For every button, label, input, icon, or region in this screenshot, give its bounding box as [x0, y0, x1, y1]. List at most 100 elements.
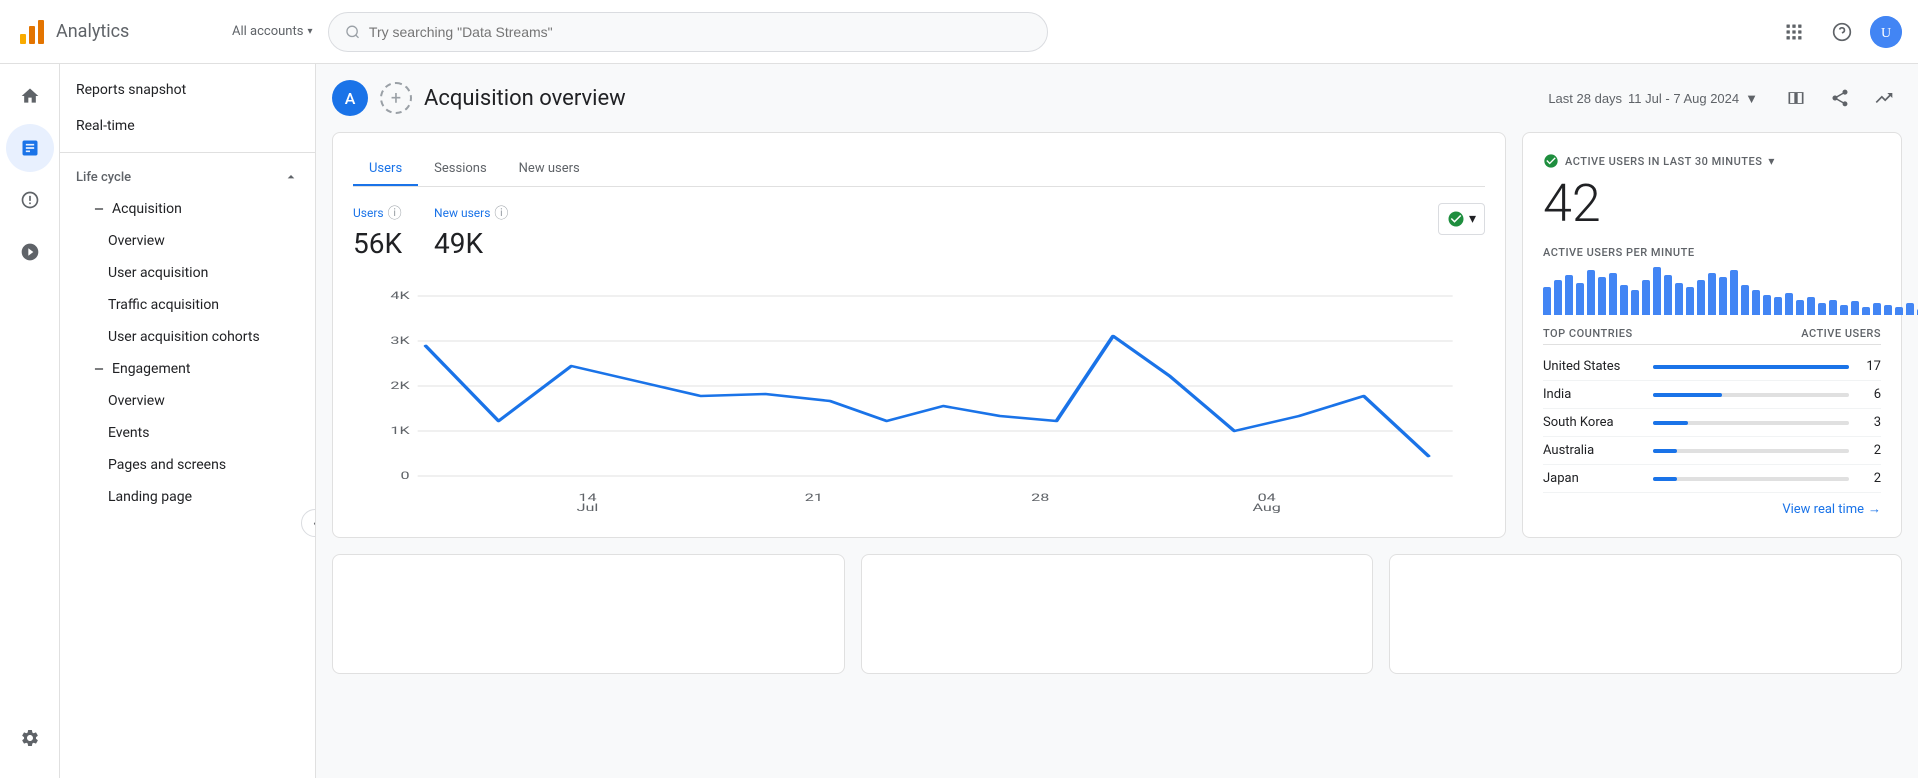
country-bar-wrap	[1653, 421, 1849, 425]
country-bar-wrap	[1653, 393, 1849, 397]
bottom-cards-row	[332, 554, 1902, 674]
rt-bar-item	[1719, 277, 1727, 315]
rt-bar-item	[1686, 287, 1694, 315]
acquisition-label: Acquisition	[112, 201, 182, 217]
analytics-logo-icon	[16, 16, 48, 48]
user-avatar[interactable]	[1870, 16, 1902, 48]
country-row: India6	[1543, 381, 1881, 409]
users-info-icon[interactable]: ⓘ	[388, 203, 402, 223]
chart-card: Users Sessions New users Users ⓘ 56K	[332, 132, 1506, 538]
rt-bar-item	[1873, 303, 1881, 315]
sidebar-item-landing-page[interactable]: Landing page	[60, 481, 315, 513]
search-icon	[345, 24, 360, 40]
realtime-card: ACTIVE USERS IN LAST 30 MINUTES ▾ 42 ACT…	[1522, 132, 1902, 538]
search-input[interactable]	[369, 24, 1032, 40]
sidebar-item-events[interactable]: Events	[60, 417, 315, 449]
sidebar-item-pages-and-screens[interactable]: Pages and screens	[60, 449, 315, 481]
nav-advertising-button[interactable]	[6, 228, 54, 276]
lifecycle-header[interactable]: Life cycle	[60, 161, 315, 193]
active-users-count: 42	[1543, 173, 1881, 234]
lifecycle-label: Life cycle	[76, 170, 131, 185]
check-circle-icon	[1447, 210, 1465, 228]
share-button[interactable]	[1822, 80, 1858, 116]
nav-home-button[interactable]	[6, 72, 54, 120]
help-button[interactable]	[1822, 12, 1862, 52]
rt-bar-item	[1653, 267, 1661, 315]
view-realtime-label: View real time	[1782, 502, 1864, 517]
apps-icon	[1784, 22, 1804, 42]
country-bar-fill	[1653, 421, 1688, 425]
nav-explore-button[interactable]	[6, 176, 54, 224]
left-icon-nav	[0, 64, 60, 778]
logo-area: Analytics	[16, 16, 216, 48]
country-bar-fill	[1653, 449, 1677, 453]
columns-button[interactable]	[1778, 80, 1814, 116]
tab-users[interactable]: Users	[353, 153, 418, 186]
collapse-sidebar-button[interactable]: ‹	[301, 509, 316, 537]
advertising-icon	[20, 242, 40, 262]
rt-bar-item	[1642, 280, 1650, 315]
sidebar-item-realtime[interactable]: Real-time	[60, 108, 315, 144]
country-name: Japan	[1543, 471, 1641, 486]
account-selector[interactable]: All accounts ▾	[232, 24, 312, 39]
country-row: South Korea3	[1543, 409, 1881, 437]
nav-reports-button[interactable]	[6, 124, 54, 172]
svg-text:2K: 2K	[390, 381, 410, 392]
date-range-dates: 11 Jul - 7 Aug 2024	[1628, 91, 1739, 106]
rt-bar-item	[1609, 273, 1617, 315]
country-name: Australia	[1543, 443, 1641, 458]
tab-new-users[interactable]: New users	[503, 153, 596, 186]
rt-bar-item	[1576, 283, 1584, 315]
rt-bar-item	[1587, 270, 1595, 315]
sidebar-item-traffic-acquisition[interactable]: Traffic acquisition	[60, 289, 315, 321]
share-icon	[1830, 88, 1850, 108]
rt-bar-item	[1730, 270, 1738, 315]
tab-sessions-label: Sessions	[434, 161, 487, 176]
tab-sessions[interactable]: Sessions	[418, 153, 503, 186]
page-avatar-button[interactable]: A	[332, 80, 368, 116]
svg-text:21: 21	[805, 493, 823, 504]
realtime-label: Real-time	[76, 118, 135, 134]
top-header: Analytics All accounts ▾	[0, 0, 1918, 64]
realtime-expand-button[interactable]: ▾	[1768, 154, 1775, 168]
sidebar-item-overview[interactable]: Overview	[60, 225, 315, 257]
country-row: Australia2	[1543, 437, 1881, 465]
settings-button[interactable]	[6, 714, 54, 762]
add-comparison-button[interactable]: +	[380, 82, 412, 114]
metrics-row: Users ⓘ 56K New users ⓘ 49K ▾	[353, 203, 1485, 260]
country-bar-wrap	[1653, 449, 1849, 453]
rt-bar-item	[1774, 297, 1782, 315]
metric-options-button[interactable]: ▾	[1438, 203, 1485, 235]
rt-bar-item	[1895, 307, 1903, 315]
bottom-card-3	[1389, 554, 1902, 674]
sidebar-item-user-acquisition-cohorts[interactable]: User acquisition cohorts	[60, 321, 315, 353]
reports-icon	[20, 138, 40, 158]
sidebar-item-acquisition[interactable]: Acquisition	[60, 193, 315, 225]
sidebar-item-user-acquisition[interactable]: User acquisition	[60, 257, 315, 289]
new-users-info-icon[interactable]: ⓘ	[494, 203, 508, 223]
country-bar-fill	[1653, 477, 1677, 481]
country-bar-wrap	[1653, 477, 1849, 481]
country-name: United States	[1543, 359, 1641, 374]
bottom-card-1	[332, 554, 845, 674]
active-users-label: ACTIVE USERS IN LAST 30 MINUTES	[1565, 155, 1762, 168]
sidebar-item-engagement[interactable]: Engagement	[60, 353, 315, 385]
metric-new-users: New users ⓘ 49K	[434, 203, 508, 260]
sidebar-item-engagement-overview[interactable]: Overview	[60, 385, 315, 417]
svg-text:3K: 3K	[390, 336, 410, 347]
rt-bar-item	[1620, 285, 1628, 315]
country-num: 2	[1861, 471, 1881, 486]
rt-bar-item	[1675, 283, 1683, 315]
columns-icon	[1786, 88, 1806, 108]
view-realtime-button[interactable]: View real time →	[1543, 501, 1881, 517]
engagement-expand-icon	[92, 362, 106, 376]
rt-bar-item	[1807, 297, 1815, 315]
sidebar-item-reports-snapshot[interactable]: Reports snapshot	[60, 72, 315, 108]
rt-bar-item	[1862, 307, 1870, 315]
compare-button[interactable]	[1866, 80, 1902, 116]
bottom-card-2	[861, 554, 1374, 674]
apps-button[interactable]	[1774, 12, 1814, 52]
date-range-button[interactable]: Last 28 days 11 Jul - 7 Aug 2024 ▼	[1536, 85, 1770, 112]
page-title: Acquisition overview	[424, 86, 626, 111]
search-bar[interactable]	[328, 12, 1048, 52]
